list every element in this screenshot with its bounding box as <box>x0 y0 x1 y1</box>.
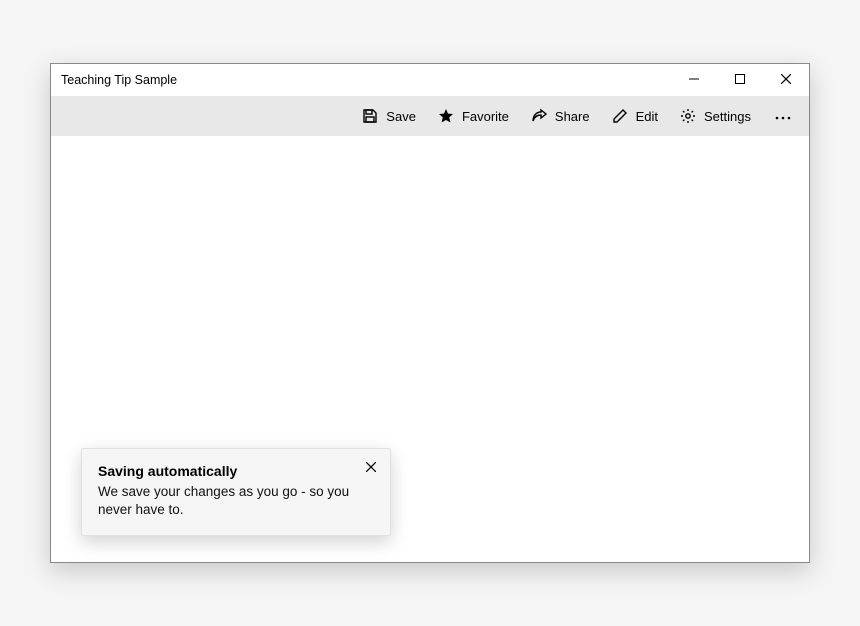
share-label: Share <box>555 109 590 124</box>
content-area: Saving automatically We save your change… <box>51 136 809 562</box>
share-icon <box>531 108 547 124</box>
teaching-tip-body: We save your changes as you go - so you … <box>98 483 374 519</box>
close-icon <box>781 71 791 89</box>
teaching-tip-close-button[interactable] <box>362 459 380 477</box>
favorite-label: Favorite <box>462 109 509 124</box>
save-button[interactable]: Save <box>352 102 426 130</box>
window-title: Teaching Tip Sample <box>61 73 671 87</box>
titlebar: Teaching Tip Sample <box>51 64 809 96</box>
settings-button[interactable]: Settings <box>670 102 761 130</box>
maximize-icon <box>735 71 745 89</box>
close-button[interactable] <box>763 64 809 96</box>
commandbar: Save Favorite Share Edit Settings <box>51 96 809 136</box>
minimize-icon <box>689 71 699 89</box>
teaching-tip-title: Saving automatically <box>98 463 374 479</box>
more-icon <box>775 107 791 125</box>
settings-label: Settings <box>704 109 751 124</box>
gear-icon <box>680 108 696 124</box>
minimize-button[interactable] <box>671 64 717 96</box>
star-icon <box>438 108 454 124</box>
edit-icon <box>612 108 628 124</box>
edit-label: Edit <box>636 109 658 124</box>
favorite-button[interactable]: Favorite <box>428 102 519 130</box>
save-label: Save <box>386 109 416 124</box>
save-icon <box>362 108 378 124</box>
window-controls <box>671 64 809 96</box>
more-button[interactable] <box>763 101 803 131</box>
close-icon <box>366 459 376 477</box>
edit-button[interactable]: Edit <box>602 102 668 130</box>
app-window: Teaching Tip Sample <box>50 63 810 563</box>
maximize-button[interactable] <box>717 64 763 96</box>
share-button[interactable]: Share <box>521 102 600 130</box>
teaching-tip: Saving automatically We save your change… <box>81 448 391 536</box>
